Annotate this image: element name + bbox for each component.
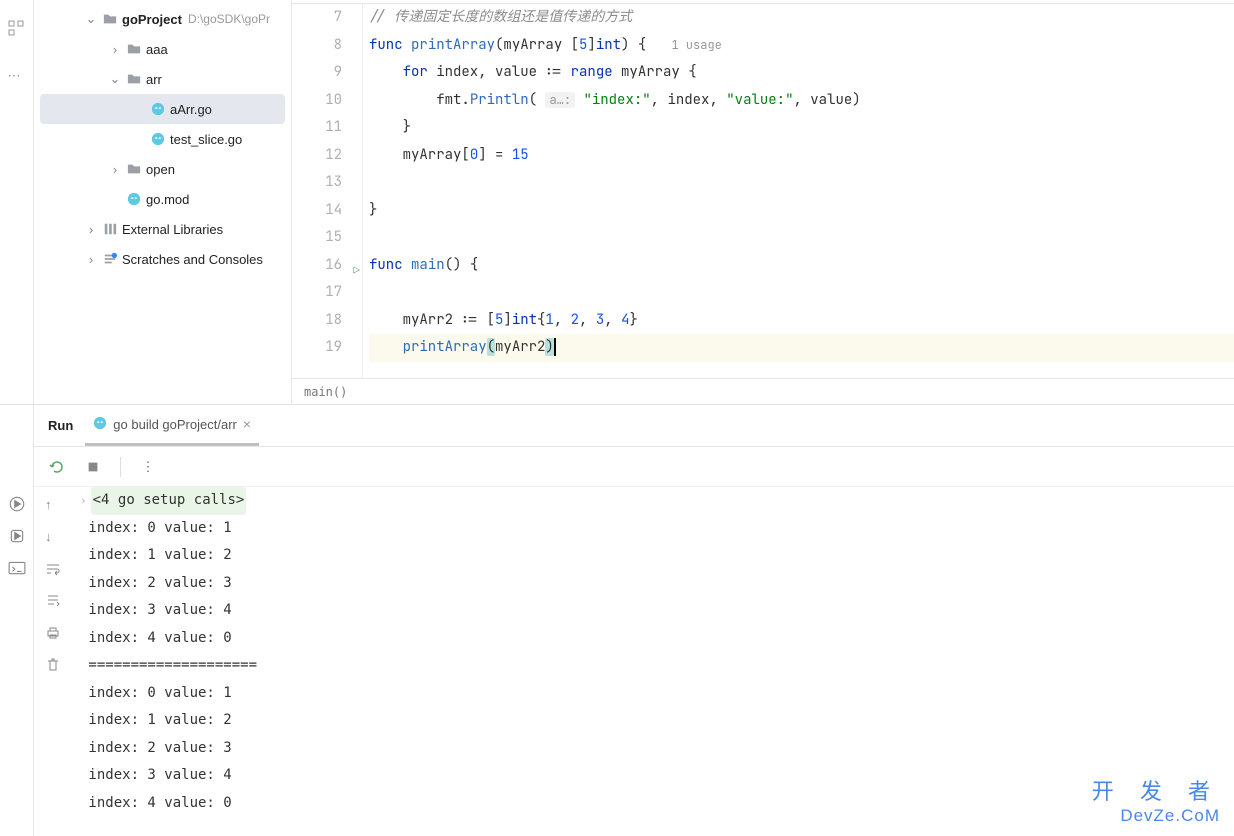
go-file-icon <box>126 191 142 207</box>
console-output[interactable]: ›<4 go setup calls> index: 0 value: 1 in… <box>74 487 1234 836</box>
tree-root[interactable]: ⌄ goProject D:\goSDK\goPr <box>34 4 291 34</box>
bottom-toolbar <box>0 405 34 836</box>
run-tabs: Run go build goProject/arr × <box>34 405 1234 447</box>
line-gutter: 789101112131415▷16171819 <box>292 4 362 378</box>
chevron-icon[interactable]: › <box>108 42 122 57</box>
chevron-icon[interactable]: › <box>108 162 122 177</box>
run-gutter-icon[interactable]: ▷ <box>353 258 360 286</box>
tree-item-go-mod[interactable]: go.mod <box>34 184 291 214</box>
chevron-down-icon[interactable]: ⌄ <box>84 11 98 27</box>
scroll-to-end-icon[interactable] <box>45 593 63 611</box>
code-area[interactable]: 789101112131415▷16171819 // 传递固定长度的数组还是值… <box>292 4 1234 378</box>
chevron-icon[interactable]: ⌄ <box>108 71 122 87</box>
print-icon[interactable] <box>45 625 63 643</box>
terminal-icon[interactable] <box>8 559 26 577</box>
soft-wrap-icon[interactable] <box>45 561 63 579</box>
scratches[interactable]: › Scratches and Consoles <box>34 244 291 274</box>
run-tab[interactable]: go build goProject/arr × <box>85 405 259 446</box>
go-file-icon <box>150 131 166 147</box>
external-libraries[interactable]: › External Libraries <box>34 214 291 244</box>
structure-icon[interactable] <box>8 20 26 38</box>
close-icon[interactable]: × <box>243 416 251 432</box>
debug-run-icon[interactable] <box>8 495 26 513</box>
folder-icon <box>126 71 142 87</box>
library-icon <box>102 221 118 237</box>
down-icon[interactable]: ↓ <box>45 529 63 547</box>
go-file-icon <box>150 101 166 117</box>
stop-icon[interactable] <box>84 458 102 476</box>
scratch-icon <box>102 251 118 267</box>
tree-item-test_slice-go[interactable]: test_slice.go <box>34 124 291 154</box>
tree-root-label: goProject <box>122 12 182 27</box>
trash-icon[interactable] <box>45 657 63 675</box>
go-icon <box>93 416 107 433</box>
chevron-right-icon[interactable]: › <box>84 222 98 237</box>
editor: 789101112131415▷16171819 // 传递固定长度的数组还是值… <box>292 0 1234 404</box>
breadcrumb[interactable]: main() <box>292 378 1234 404</box>
code-content[interactable]: // 传递固定长度的数组还是值传递的方式func printArray(myAr… <box>362 4 1234 378</box>
tree-item-aArr-go[interactable]: aArr.go <box>40 94 285 124</box>
tree-root-path: D:\goSDK\goPr <box>188 12 270 26</box>
console-toolbar: ↑ ↓ <box>34 487 74 836</box>
up-icon[interactable]: ↑ <box>45 497 63 515</box>
tree-item-open[interactable]: ›open <box>34 154 291 184</box>
more-icon[interactable]: ⋯ <box>8 68 26 86</box>
run-toolbar: ⋮ <box>34 447 1234 487</box>
folder-icon <box>126 161 142 177</box>
left-toolbar: ⋯ <box>0 0 34 404</box>
run-panel: Run go build goProject/arr × ⋮ ↑ ↓ <box>0 404 1234 836</box>
project-tree[interactable]: ⌄ goProject D:\goSDK\goPr ›aaa⌄arraArr.g… <box>34 0 292 404</box>
tree-item-arr[interactable]: ⌄arr <box>34 64 291 94</box>
run-title: Run <box>48 418 73 433</box>
folder-icon <box>102 11 118 27</box>
rerun-icon[interactable] <box>48 458 66 476</box>
chevron-right-icon[interactable]: › <box>84 252 98 267</box>
tree-item-aaa[interactable]: ›aaa <box>34 34 291 64</box>
more-actions-icon[interactable]: ⋮ <box>139 458 157 476</box>
folder-icon <box>126 41 142 57</box>
debug-step-icon[interactable] <box>8 527 26 545</box>
fold-icon[interactable]: › <box>80 487 87 515</box>
